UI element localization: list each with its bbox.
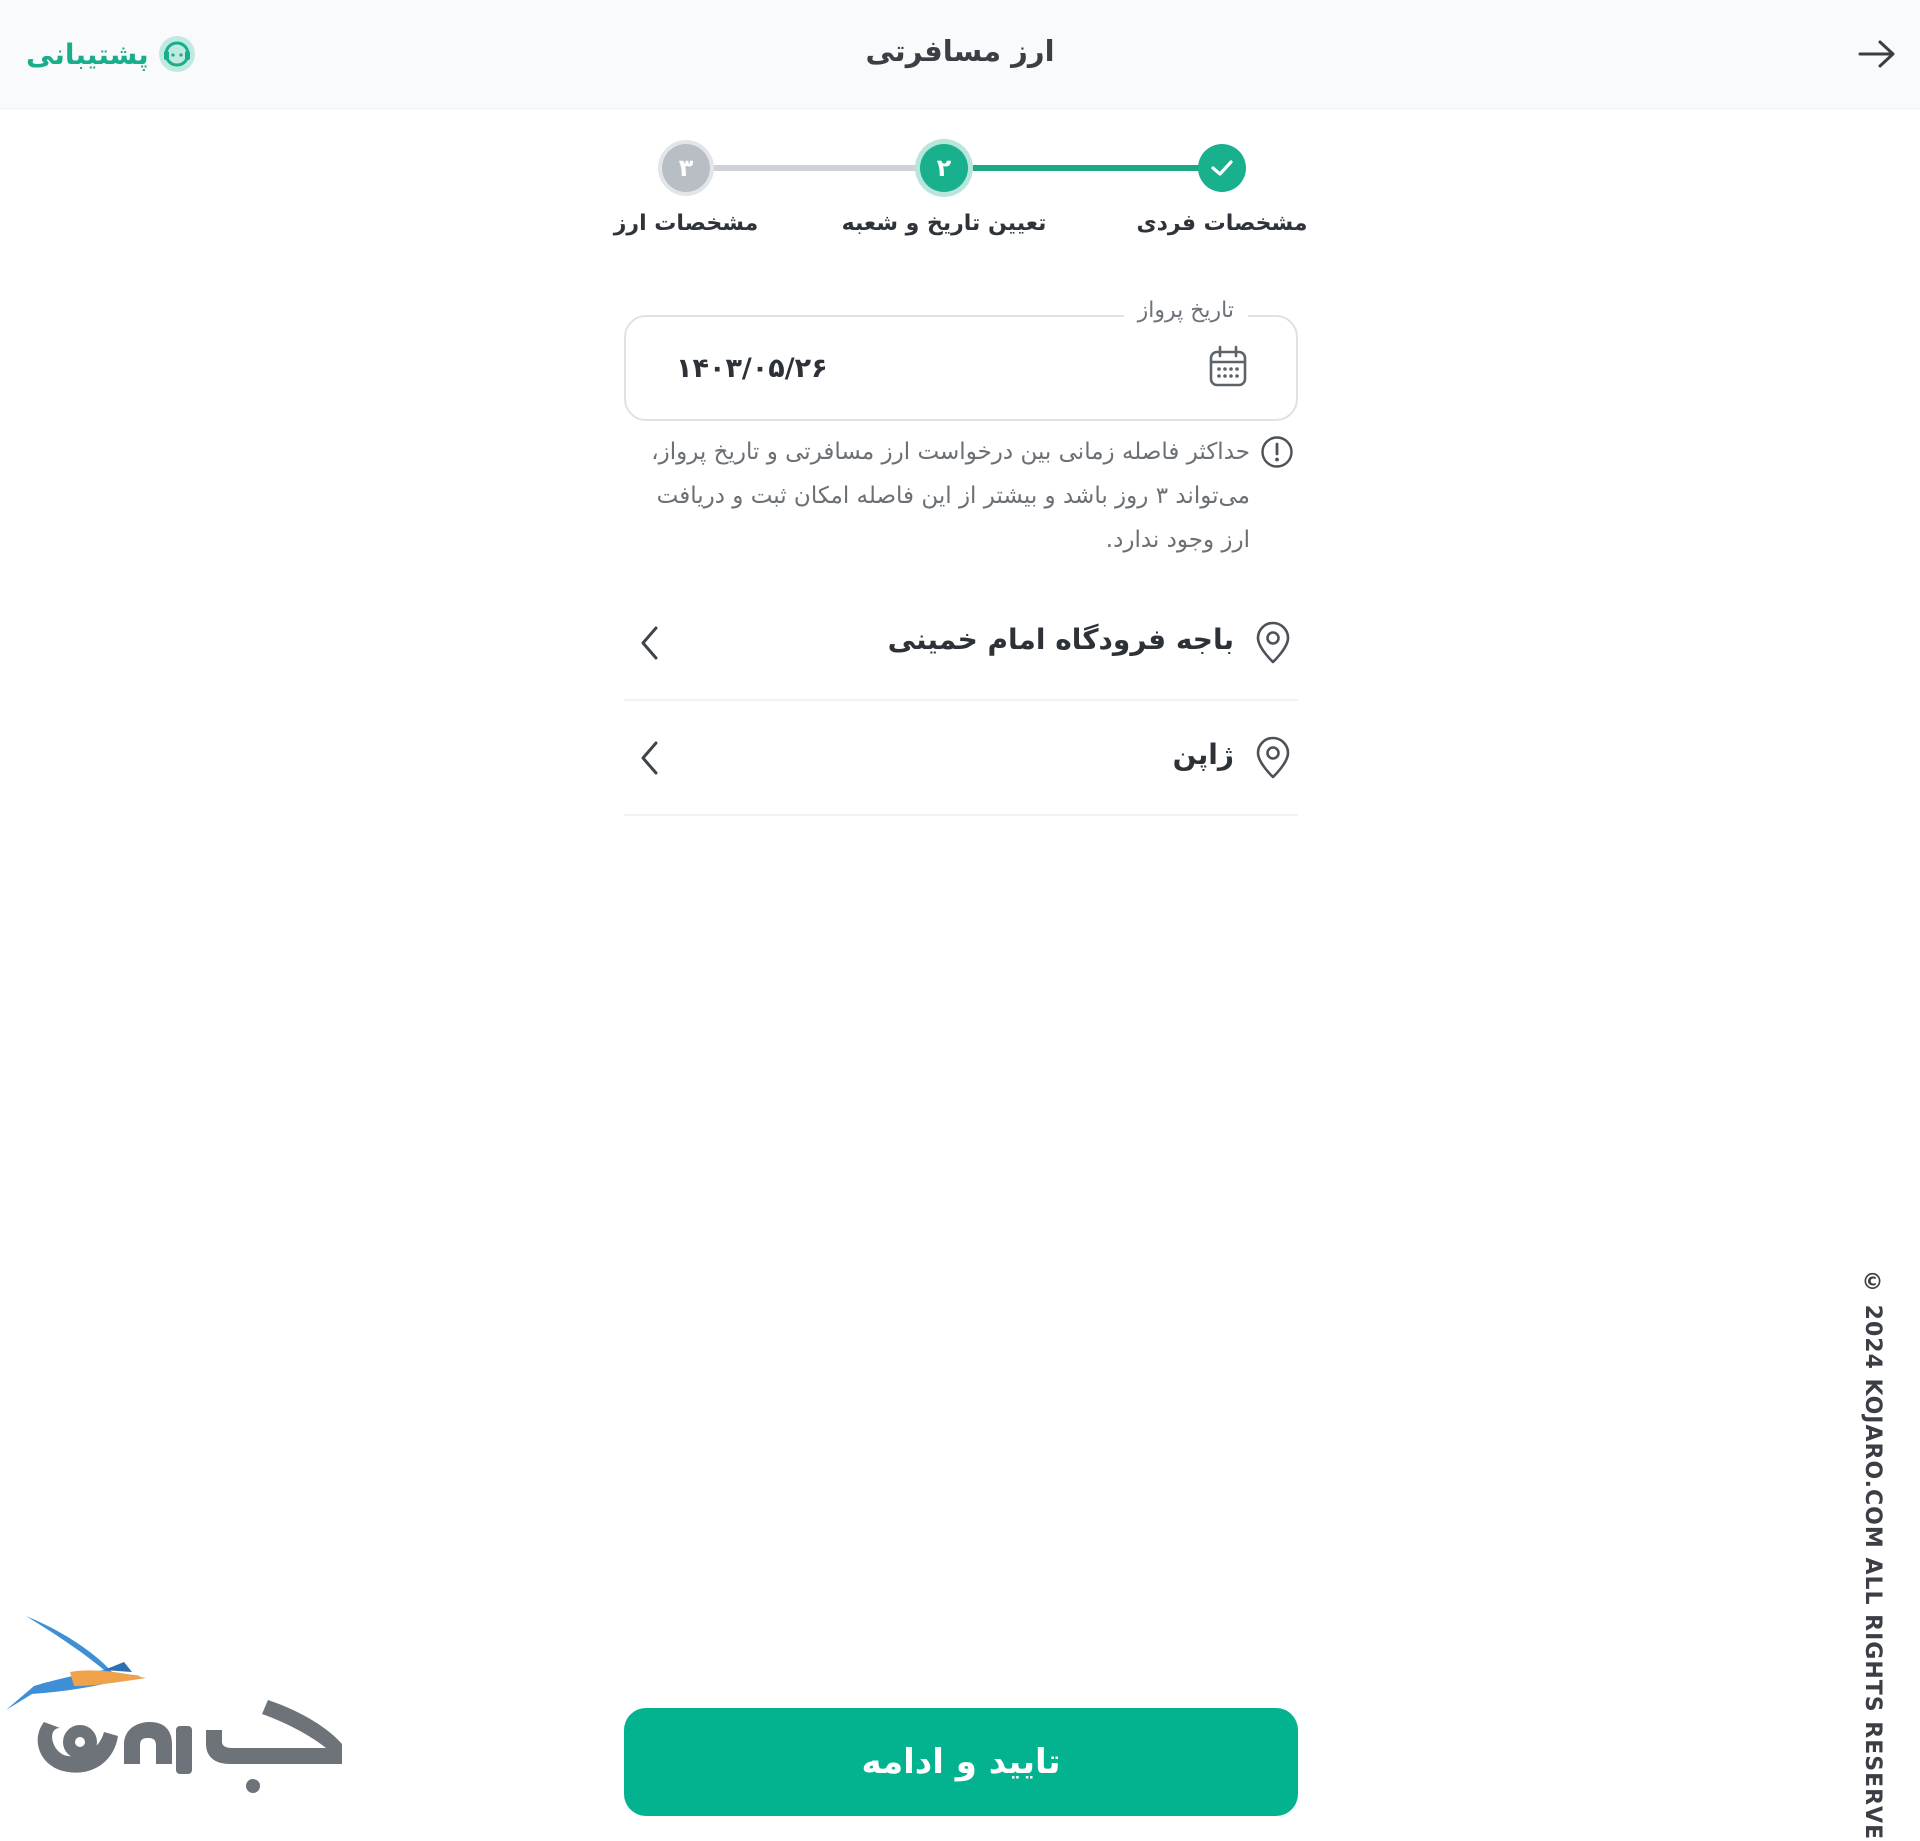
stepper-line-pending — [686, 165, 944, 171]
step-3-circle: ۳ — [662, 144, 710, 192]
flight-date-label: تاریخ پرواز — [1123, 298, 1248, 323]
chevron-left-icon — [641, 626, 658, 660]
headset-icon — [158, 36, 195, 72]
branch-label: باجه فرودگاه امام خمینی — [887, 623, 1234, 656]
copyright-text: © 2024 KOJARO.COM ALL RIGHTS RESERVED — [1860, 1270, 1885, 1841]
step-3-label: مشخصات ارز — [613, 211, 759, 236]
chevron-left-icon — [641, 741, 658, 775]
step-2-label: تعیین تاریخ و شعبه — [841, 211, 1047, 236]
info-icon — [1261, 436, 1293, 468]
flight-date-note: حداکثر فاصله زمانی بین درخواست ارز مسافر… — [640, 430, 1293, 562]
step-1-circle — [1198, 144, 1246, 192]
page: ارز مسافرتی پشتیبانی ۲ ۳ مشخصات فردی تعی… — [0, 0, 1920, 1841]
page-title: ارز مسافرتی — [865, 34, 1055, 68]
support-label: پشتیبانی — [26, 37, 149, 71]
location-pin-icon — [1256, 736, 1290, 779]
kojaro-logo — [6, 1616, 342, 1793]
support-button[interactable]: پشتیبانی — [26, 33, 197, 75]
stepper-line-complete — [944, 165, 1222, 171]
calendar-icon[interactable] — [1208, 345, 1248, 389]
confirm-continue-button[interactable]: تایید و ادامه — [624, 1708, 1298, 1816]
step-1-label: مشخصات فردی — [1136, 211, 1308, 236]
country-label: ژاپن — [1172, 738, 1234, 771]
progress-stepper: ۲ ۳ مشخصات فردی تعیین تاریخ و شعبه مشخصا… — [600, 138, 1320, 248]
branch-select-row[interactable]: باجه فرودگاه امام خمینی — [624, 587, 1298, 701]
note-text: حداکثر فاصله زمانی بین درخواست ارز مسافر… — [651, 439, 1250, 553]
check-icon — [1211, 160, 1233, 176]
step-2-circle: ۲ — [920, 144, 968, 192]
country-select-row[interactable]: ژاپن — [624, 702, 1298, 816]
flight-date-field[interactable]: تاریخ پرواز ۱۴۰۳/۰۵/۲۶ — [624, 298, 1298, 421]
top-bar: ارز مسافرتی پشتیبانی — [0, 0, 1920, 109]
flight-date-value[interactable]: ۱۴۰۳/۰۵/۲۶ — [676, 353, 828, 384]
location-pin-icon — [1256, 621, 1290, 664]
